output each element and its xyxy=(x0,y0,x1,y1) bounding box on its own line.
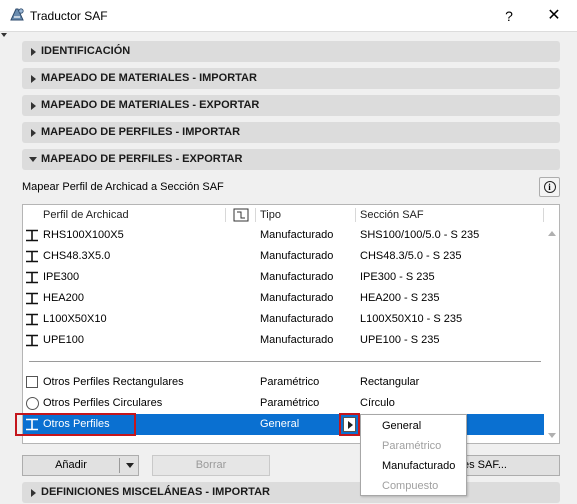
profile-name: Otros Perfiles Circulares xyxy=(43,397,163,409)
profile-type-icon xyxy=(233,208,249,222)
profile-type[interactable]: Manufacturado xyxy=(260,288,333,309)
table-row[interactable]: L100X50X10 Manufacturado L100X50X10 - S … xyxy=(23,309,544,330)
section-profile-import[interactable]: MAPEADO DE PERFILES - IMPORTAR xyxy=(22,122,560,143)
delete-button[interactable]: Borrar xyxy=(152,455,270,476)
profile-name: IPE300 xyxy=(43,271,80,283)
saf-section[interactable]: Círculo xyxy=(360,393,395,414)
type-popup-button[interactable] xyxy=(343,417,356,432)
profile-name: CHS48.3X5.0 xyxy=(43,250,111,262)
profile-type[interactable]: Manufacturado xyxy=(260,330,333,351)
i-beam-profile-icon xyxy=(26,292,38,305)
saf-section[interactable]: HEA200 - S 235 xyxy=(360,288,440,309)
column-divider xyxy=(543,208,544,222)
i-beam-profile-icon xyxy=(26,271,38,284)
profile-type[interactable]: Manufacturado xyxy=(260,309,333,330)
section-label: MAPEADO DE PERFILES - EXPORTAR xyxy=(41,153,243,165)
section-misc-import[interactable]: DEFINICIONES MISCELÁNEAS - IMPORTAR xyxy=(22,482,560,503)
window-title: Traductor SAF xyxy=(30,9,108,23)
close-button[interactable]: ✕ xyxy=(542,6,566,26)
saf-section[interactable]: UPE100 - S 235 xyxy=(360,330,440,351)
i-beam-profile-icon xyxy=(26,229,38,242)
mapping-label: Mapear Perfil de Archicad a Sección SAF xyxy=(22,181,224,193)
section-label: MAPEADO DE MATERIALES - IMPORTAR xyxy=(41,72,257,84)
table-row[interactable]: IPE300 Manufacturado IPE300 - S 235 xyxy=(23,267,544,288)
i-beam-profile-icon xyxy=(26,334,38,347)
scroll-down-icon[interactable] xyxy=(548,433,556,438)
rectangle-profile-icon xyxy=(26,376,38,388)
highlight-box xyxy=(15,413,136,436)
column-divider xyxy=(355,208,356,222)
help-button[interactable]: ? xyxy=(497,6,521,26)
i-beam-profile-icon xyxy=(26,313,38,326)
profile-mapping-list[interactable]: Perfil de Archicad Tipo Sección SAF RHS1… xyxy=(22,204,560,444)
saf-section[interactable]: SHS100/100/5.0 - S 235 xyxy=(360,225,479,246)
table-row[interactable]: CHS48.3X5.0 Manufacturado CHS48.3/5.0 - … xyxy=(23,246,544,267)
saf-section[interactable]: CHS48.3/5.0 - S 235 xyxy=(360,246,462,267)
table-row[interactable]: Otros Perfiles Rectangulares Paramétrico… xyxy=(23,372,544,393)
profile-type[interactable]: Paramétrico xyxy=(260,372,319,393)
section-label: IDENTIFICACIÓN xyxy=(41,45,131,57)
add-button[interactable]: Añadir xyxy=(22,455,139,476)
column-header-type[interactable]: Tipo xyxy=(260,205,281,225)
table-row[interactable]: RHS100X100X5 Manufacturado SHS100/100/5.… xyxy=(23,225,544,246)
section-profile-export[interactable]: MAPEADO DE PERFILES - EXPORTAR xyxy=(22,149,560,170)
chevron-down-icon[interactable] xyxy=(126,463,134,468)
profile-type[interactable]: Manufacturado xyxy=(260,246,333,267)
profile-type[interactable]: Paramétrico xyxy=(260,393,319,414)
scroll-up-icon[interactable] xyxy=(548,231,556,236)
profile-type[interactable]: Manufacturado xyxy=(260,267,333,288)
table-row[interactable]: Otros Perfiles Circulares Paramétrico Cí… xyxy=(23,393,544,414)
section-material-import[interactable]: MAPEADO DE MATERIALES - IMPORTAR xyxy=(22,68,560,89)
column-divider xyxy=(225,208,226,222)
title-bar: Traductor SAF ? ✕ xyxy=(0,0,577,32)
collapsed-triangle-icon xyxy=(31,75,36,83)
section-identificacion[interactable]: IDENTIFICACIÓN xyxy=(22,41,560,62)
profile-name: RHS100X100X5 xyxy=(43,229,124,241)
menu-item-general[interactable]: General xyxy=(382,416,421,436)
profile-type[interactable]: General xyxy=(260,414,299,435)
saf-section[interactable]: IPE300 - S 235 xyxy=(360,267,435,288)
collapsed-triangle-icon xyxy=(31,489,36,497)
profile-type[interactable]: Manufacturado xyxy=(260,225,333,246)
type-dropdown-menu[interactable]: General Paramétrico Manufacturado Compue… xyxy=(360,414,467,496)
circle-profile-icon xyxy=(26,397,39,410)
collapsed-triangle-icon xyxy=(31,102,36,110)
panel-caret-icon xyxy=(1,33,7,37)
column-header-profile[interactable]: Perfil de Archicad xyxy=(43,205,129,225)
profile-name: L100X50X10 xyxy=(43,313,107,325)
table-row[interactable]: HEA200 Manufacturado HEA200 - S 235 xyxy=(23,288,544,309)
column-header-section[interactable]: Sección SAF xyxy=(360,205,424,225)
info-button[interactable]: i xyxy=(539,177,560,197)
split-divider xyxy=(119,458,120,473)
section-label: DEFINICIONES MISCELÁNEAS - IMPORTAR xyxy=(41,486,270,498)
profile-name: UPE100 xyxy=(43,334,84,346)
profile-name: Otros Perfiles Rectangulares xyxy=(43,376,184,388)
expanded-triangle-icon xyxy=(29,157,37,162)
menu-item-manufactured[interactable]: Manufacturado xyxy=(382,456,455,476)
saf-section[interactable]: L100X50X10 - S 235 xyxy=(360,309,462,330)
column-divider xyxy=(255,208,256,222)
i-beam-profile-icon xyxy=(26,250,38,263)
collapsed-triangle-icon xyxy=(31,129,36,137)
table-row[interactable]: UPE100 Manufacturado UPE100 - S 235 xyxy=(23,330,544,351)
section-label: MAPEADO DE PERFILES - IMPORTAR xyxy=(41,126,241,138)
menu-item-composite: Compuesto xyxy=(382,480,439,492)
list-separator xyxy=(29,361,541,362)
section-material-export[interactable]: MAPEADO DE MATERIALES - EXPORTAR xyxy=(22,95,560,116)
menu-item-parametric: Paramétrico xyxy=(382,440,442,452)
info-icon: i xyxy=(543,181,556,193)
saf-section[interactable]: Rectangular xyxy=(360,372,419,393)
collapsed-triangle-icon xyxy=(31,48,36,56)
archicad-app-icon xyxy=(10,8,24,21)
profile-name: HEA200 xyxy=(43,292,84,304)
add-button-label: Añadir xyxy=(55,459,87,471)
section-label: MAPEADO DE MATERIALES - EXPORTAR xyxy=(41,99,260,111)
